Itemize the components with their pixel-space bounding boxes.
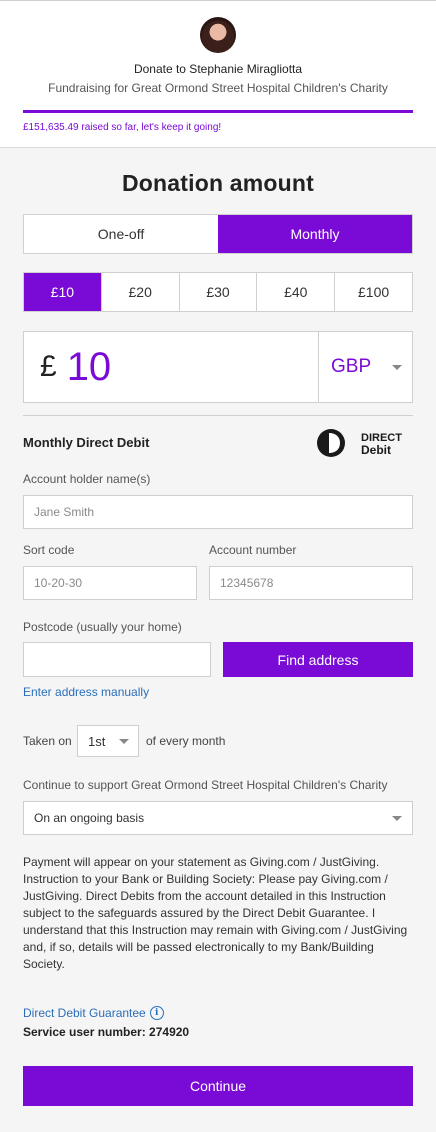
direct-debit-guarantee-label: Direct Debit Guarantee — [23, 1006, 146, 1020]
chevron-down-icon — [392, 815, 402, 821]
frequency-toggle: One-off Monthly — [23, 214, 413, 254]
info-icon[interactable]: i — [149, 1006, 164, 1020]
progress-bar — [23, 110, 413, 113]
direct-debit-title: Monthly Direct Debit — [23, 435, 150, 450]
page-title: Donation amount — [121, 170, 315, 196]
direct-debit-logo: DIRECT Debit — [317, 429, 402, 457]
progress-fill — [23, 110, 413, 113]
raised-text: £151,635.49 raised so far, let's keep it… — [23, 122, 222, 133]
amount-presets: £10 £20 £30 £40 £100 — [23, 272, 413, 312]
every-month-label: of every month — [146, 734, 226, 748]
amount-input-group: £ 10 GBP — [23, 331, 413, 403]
amount-option-10[interactable]: £10 — [24, 273, 101, 311]
header: Donate to Stephanie Miragliotta Fundrais… — [0, 4, 436, 148]
account-holder-input[interactable] — [23, 495, 413, 529]
tab-monthly[interactable]: Monthly — [218, 215, 412, 253]
payment-day-select[interactable]: 1st — [77, 725, 139, 757]
currency-select[interactable]: GBP — [319, 332, 412, 402]
sort-code-input[interactable] — [23, 566, 197, 600]
continue-button[interactable]: Continue — [23, 1066, 413, 1106]
donate-to-title: Donate to Stephanie Miragliotta — [133, 62, 303, 76]
amount-option-20[interactable]: £20 — [100, 273, 179, 311]
find-address-button[interactable]: Find address — [223, 642, 413, 677]
postcode-label: Postcode (usually your home) — [23, 620, 182, 634]
amount-option-30[interactable]: £30 — [178, 273, 257, 311]
amount-option-40[interactable]: £40 — [256, 273, 334, 311]
tab-one-off[interactable]: One-off — [24, 215, 218, 253]
payment-instruction-text: Payment will appear on your statement as… — [23, 855, 408, 971]
account-number-input[interactable] — [209, 566, 413, 600]
donation-form: Donation amount One-off Monthly £10 £20 … — [0, 148, 436, 1132]
sort-code-label: Sort code — [23, 543, 75, 557]
direct-debit-guarantee-link[interactable]: Direct Debit Guarantee i — [23, 1006, 164, 1020]
direct-debit-logo-subtext: Debit — [361, 443, 391, 457]
continue-support-label: Continue to support Great Ormond Street … — [23, 778, 388, 792]
amount-field[interactable]: £ 10 — [24, 332, 319, 402]
chevron-down-icon — [392, 364, 402, 370]
amount-option-100[interactable]: £100 — [334, 273, 412, 311]
continue-support-select[interactable]: On an ongoing basis — [23, 801, 413, 835]
amount-value[interactable]: 10 — [67, 345, 112, 390]
taken-on-label: Taken on — [23, 734, 72, 748]
enter-address-manually-link[interactable]: Enter address manually — [23, 685, 149, 699]
currency-symbol: £ — [40, 350, 57, 383]
account-holder-label: Account holder name(s) — [23, 472, 151, 486]
avatar — [200, 17, 236, 53]
currency-code: GBP — [331, 356, 372, 377]
continue-support-value: On an ongoing basis — [34, 811, 145, 825]
divider — [23, 415, 413, 416]
postcode-input[interactable] — [23, 642, 211, 677]
fundraising-subtitle: Fundraising for Great Ormond Street Hosp… — [48, 81, 388, 95]
chevron-down-icon — [119, 738, 129, 744]
account-number-label: Account number — [209, 543, 297, 557]
payment-day-value: 1st — [88, 733, 106, 749]
service-user-number: Service user number: 274920 — [23, 1025, 190, 1039]
